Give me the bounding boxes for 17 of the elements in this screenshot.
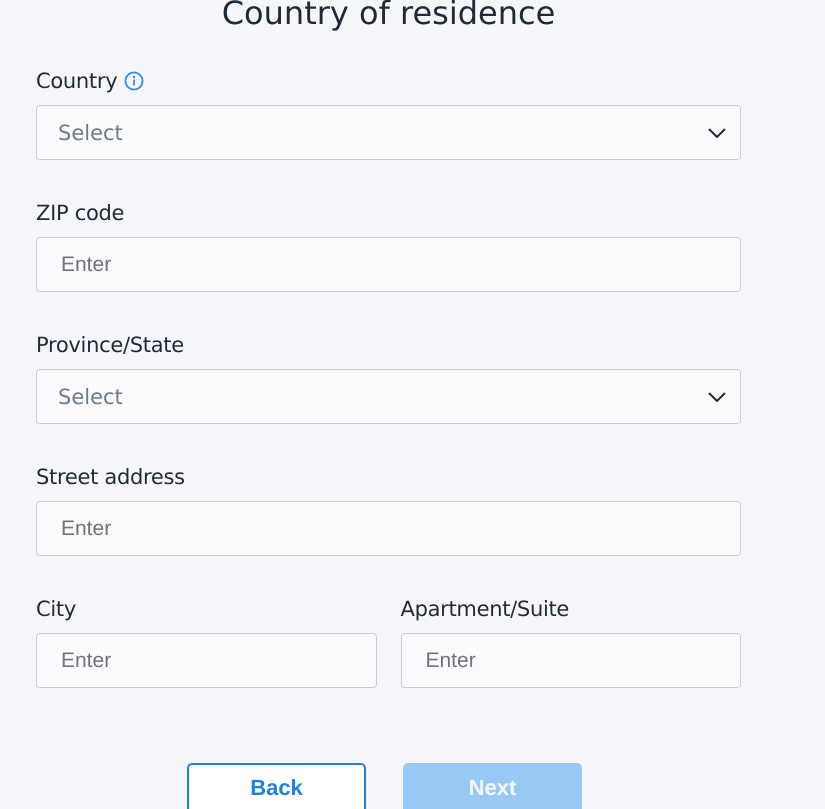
page-title: Country of residence — [220, 0, 556, 34]
back-button[interactable]: Back — [187, 763, 366, 809]
field-label: Apartment/Suite — [400, 597, 570, 621]
info-icon[interactable] — [124, 71, 144, 91]
input-field[interactable]: Enter — [36, 501, 741, 556]
select-field[interactable]: Select — [36, 369, 741, 424]
chevron-down-icon — [708, 128, 726, 138]
select-field[interactable]: Select — [36, 105, 741, 160]
field-label: ZIP code — [36, 201, 124, 225]
field-label: City — [36, 597, 76, 621]
field-label: Province/State — [36, 333, 184, 357]
input-field[interactable]: Enter — [36, 237, 741, 292]
field-label: Country — [36, 69, 118, 93]
field-label: Street address — [36, 465, 185, 489]
input-field[interactable]: Enter — [36, 633, 376, 688]
input-field[interactable]: Enter — [400, 633, 741, 688]
chevron-down-icon — [708, 392, 726, 402]
